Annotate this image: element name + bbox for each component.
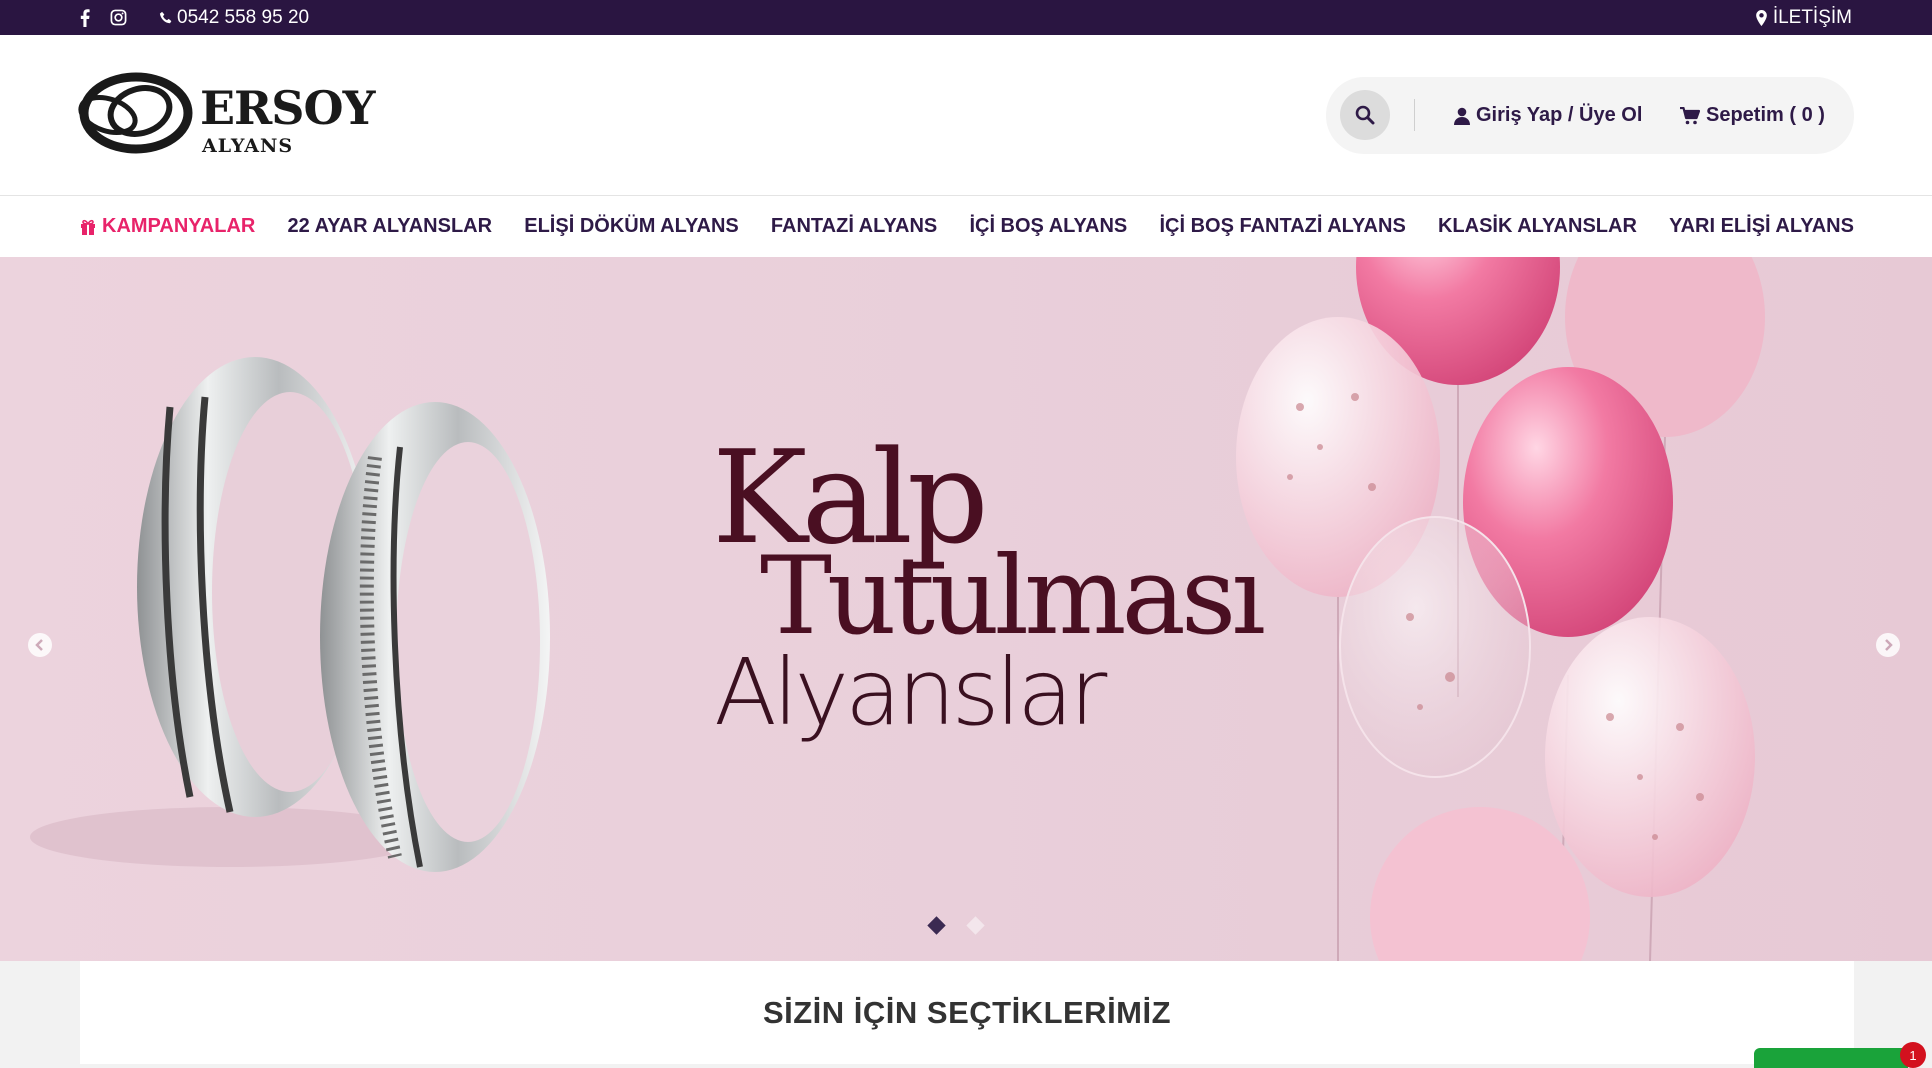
nav-item-label: KLASİK ALYANSLAR [1437, 215, 1637, 237]
site-logo[interactable]: ERSOY ALYANS [78, 67, 375, 163]
featured-section: SİZİN İÇİN SEÇTİKLERİMİZ [80, 961, 1854, 1064]
top-bar: 0542 558 95 20 İLETİŞİM [0, 0, 1932, 35]
user-icon [1454, 107, 1470, 125]
cart-icon [1680, 106, 1700, 124]
nav-item-kampanyalar[interactable]: KAMPANYALAR [80, 215, 255, 238]
nav-item-label: İÇİ BOŞ ALYANS [969, 215, 1128, 237]
contact-link[interactable]: İLETİŞİM [1773, 7, 1852, 29]
divider [1414, 99, 1415, 131]
nav-item-ici-bos-fantazi[interactable]: İÇİ BOŞ FANTAZİ ALYANS [1159, 215, 1405, 238]
logo-subtext: ALYANS [202, 135, 294, 157]
hero-title-line-3: Alyanslar [714, 639, 1107, 746]
nav-item-label: İÇİ BOŞ FANTAZİ ALYANS [1159, 215, 1406, 237]
chat-widget-button[interactable] [1754, 1048, 1908, 1068]
main-nav: KAMPANYALAR 22 AYAR ALYANSLAR ELİŞİ DÖKÜ… [0, 196, 1932, 258]
slider-next-button[interactable] [1876, 633, 1900, 657]
nav-item-label: KAMPANYALAR [102, 215, 256, 237]
hero-slider[interactable]: Kalp Tutulması Alyanslar [0, 257, 1932, 961]
top-bar-left: 0542 558 95 20 [80, 0, 309, 35]
login-label: Giriş Yap / Üye Ol [1476, 104, 1643, 126]
chevron-right-icon [1885, 639, 1893, 651]
section-title: SİZİN İÇİN SEÇTİKLERİMİZ [762, 995, 1172, 1030]
header-actions: Giriş Yap / Üye Ol Sepetim ( 0 ) [1326, 77, 1854, 154]
nav-item-label: 22 AYAR ALYANSLAR [287, 215, 493, 237]
instagram-icon[interactable] [110, 9, 127, 26]
rings-logo-icon [78, 72, 193, 154]
hero-title-line-2: Tutulması [760, 534, 1266, 659]
slider-dot-1[interactable] [927, 916, 946, 935]
slider-prev-button[interactable] [28, 633, 52, 657]
login-register-link[interactable]: Giriş Yap / Üye Ol [1454, 77, 1642, 154]
slider-dots [927, 916, 985, 935]
cart-link[interactable]: Sepetim ( 0 ) [1680, 77, 1825, 154]
map-marker-icon [1755, 9, 1767, 26]
chevron-left-icon [35, 639, 43, 651]
search-icon [1355, 105, 1375, 125]
nav-item-yari-elisi[interactable]: YARI ELİŞİ ALYANS [1669, 215, 1854, 238]
nav-item-22-ayar[interactable]: 22 AYAR ALYANSLAR [288, 215, 493, 238]
cart-label: Sepetim ( 0 ) [1706, 104, 1825, 126]
nav-item-label: FANTAZİ ALYANS [770, 215, 938, 237]
nav-item-label: ELİŞİ DÖKÜM ALYANS [524, 215, 739, 237]
nav-item-fantazi[interactable]: FANTAZİ ALYANS [771, 215, 937, 238]
search-button[interactable] [1340, 90, 1390, 140]
chat-notification-badge: 1 [1900, 1042, 1926, 1068]
gift-icon [81, 219, 95, 235]
site-header: ERSOY ALYANS Giriş Yap / Üye Ol Sepetim … [0, 35, 1932, 196]
top-bar-right[interactable]: İLETİŞİM [1755, 0, 1852, 35]
nav-item-ici-bos[interactable]: İÇİ BOŞ ALYANS [969, 215, 1127, 238]
phone-number[interactable]: 0542 558 95 20 [177, 7, 309, 29]
logo-text: ERSOY [200, 81, 375, 135]
phone-icon [159, 11, 173, 25]
nav-item-klasik[interactable]: KLASİK ALYANSLAR [1438, 215, 1637, 238]
nav-item-label: YARI ELİŞİ ALYANS [1669, 215, 1854, 237]
nav-item-elisi-dokum[interactable]: ELİŞİ DÖKÜM ALYANS [524, 215, 738, 238]
facebook-icon[interactable] [80, 8, 90, 27]
slider-dot-2[interactable] [966, 916, 985, 935]
